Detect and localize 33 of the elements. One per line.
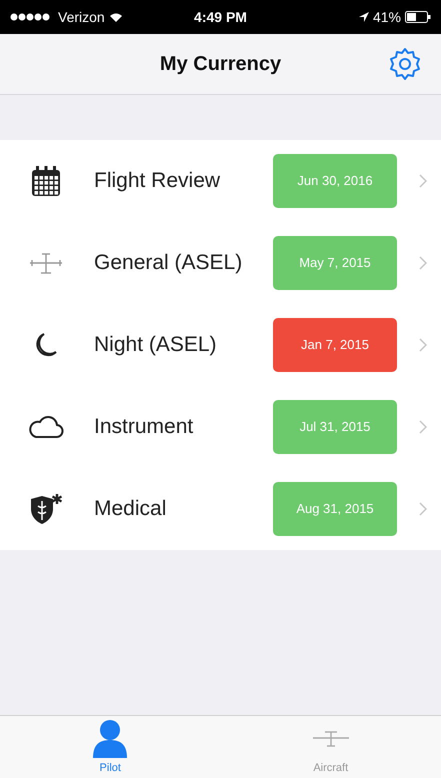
list-row[interactable]: Instrument Jul 31, 2015 <box>0 386 441 468</box>
chevron-icon <box>419 420 427 434</box>
carrier-name: Verizon <box>58 8 105 26</box>
item-label: Instrument <box>94 414 194 440</box>
date-badge: Jul 31, 2015 <box>273 400 397 454</box>
calendar-icon <box>31 165 61 197</box>
chevron-icon <box>419 174 427 188</box>
wifi-icon <box>108 12 123 22</box>
date-badge: Aug 31, 2015 <box>273 482 397 536</box>
screen-title: My Currency <box>160 52 282 77</box>
location-arrow-icon <box>358 12 369 22</box>
list-row[interactable]: Night (ASEL) Jan 7, 2015 <box>0 304 441 386</box>
medical-shield-icon <box>29 493 63 525</box>
item-label: Night (ASEL) <box>94 332 218 358</box>
moon-icon <box>34 332 58 358</box>
date-badge: Jun 30, 2016 <box>273 154 397 208</box>
list-row[interactable]: Medical Aug 31, 2015 <box>0 468 441 550</box>
settings-button[interactable] <box>387 46 423 82</box>
date-badge: May 7, 2015 <box>273 236 397 290</box>
item-label: Medical <box>94 496 168 522</box>
list-row[interactable]: Flight Review Jun 30, 2016 <box>0 140 441 222</box>
chevron-icon <box>419 502 427 516</box>
tab-bar-item[interactable]: Pilot <box>50 716 170 776</box>
list-row[interactable]: General (ASEL) May 7, 2015 <box>0 222 441 304</box>
item-label: General (ASEL) <box>94 250 244 276</box>
date-badge: Jan 7, 2015 <box>273 318 397 372</box>
battery-icon <box>405 11 431 23</box>
item-label: Flight Review <box>94 168 222 194</box>
cloud-icon <box>28 414 64 440</box>
chevron-icon <box>419 338 427 352</box>
clock: 4:49 PM <box>193 8 248 26</box>
battery-percent: 41% <box>372 8 401 26</box>
chevron-icon <box>419 256 427 270</box>
